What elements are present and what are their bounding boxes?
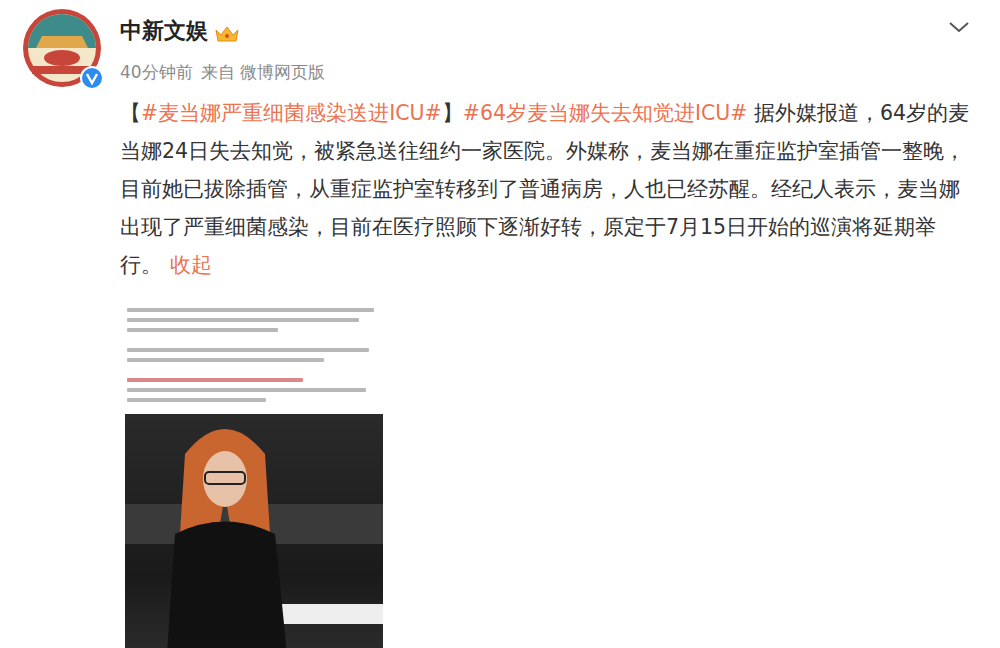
text-segment: 据外媒报道，64岁的麦当娜24日失去知觉，被紧急送往纽约一家医院。外媒称，麦当娜… [120, 101, 969, 277]
collapse-link[interactable]: 收起 [170, 253, 212, 277]
text-line [127, 358, 324, 362]
chevron-icon[interactable] [948, 14, 970, 28]
verified-badge [80, 66, 104, 90]
post-time: 40分钟前 [120, 60, 193, 84]
verified-icon [80, 66, 104, 90]
hashtag[interactable]: #麦当娜严重细菌感染送进ICU# [141, 101, 442, 125]
attachment-image[interactable] [125, 298, 383, 648]
text-line [127, 328, 278, 332]
text-line [127, 378, 303, 382]
text-line [127, 388, 366, 392]
photo-icon [125, 414, 383, 648]
text-segment: 】 [442, 101, 463, 125]
text-segment: 【 [120, 101, 141, 125]
post-meta: 40分钟前来自 微博网页版 [120, 60, 325, 84]
text-line [127, 398, 266, 402]
post-text: 【#麦当娜严重细菌感染送进ICU#】#64岁麦当娜失去知觉进ICU# 据外媒报道… [120, 94, 970, 284]
account-info: 中新文娱 40分钟前来自 微博网页版 [120, 8, 325, 84]
text-line [127, 308, 374, 312]
article-snippet [125, 298, 383, 414]
text-line [127, 348, 369, 352]
post-source: 来自 微博网页版 [201, 60, 325, 84]
photo [125, 414, 383, 648]
crown-icon [214, 21, 240, 41]
hashtag[interactable]: #64岁麦当娜失去知觉进ICU# [463, 101, 748, 125]
name-row: 中新文娱 [120, 16, 325, 46]
text-line [127, 318, 359, 322]
avatar[interactable] [22, 8, 102, 88]
account-name[interactable]: 中新文娱 [120, 16, 208, 46]
post-header: 中新文娱 40分钟前来自 微博网页版 [0, 0, 1000, 88]
